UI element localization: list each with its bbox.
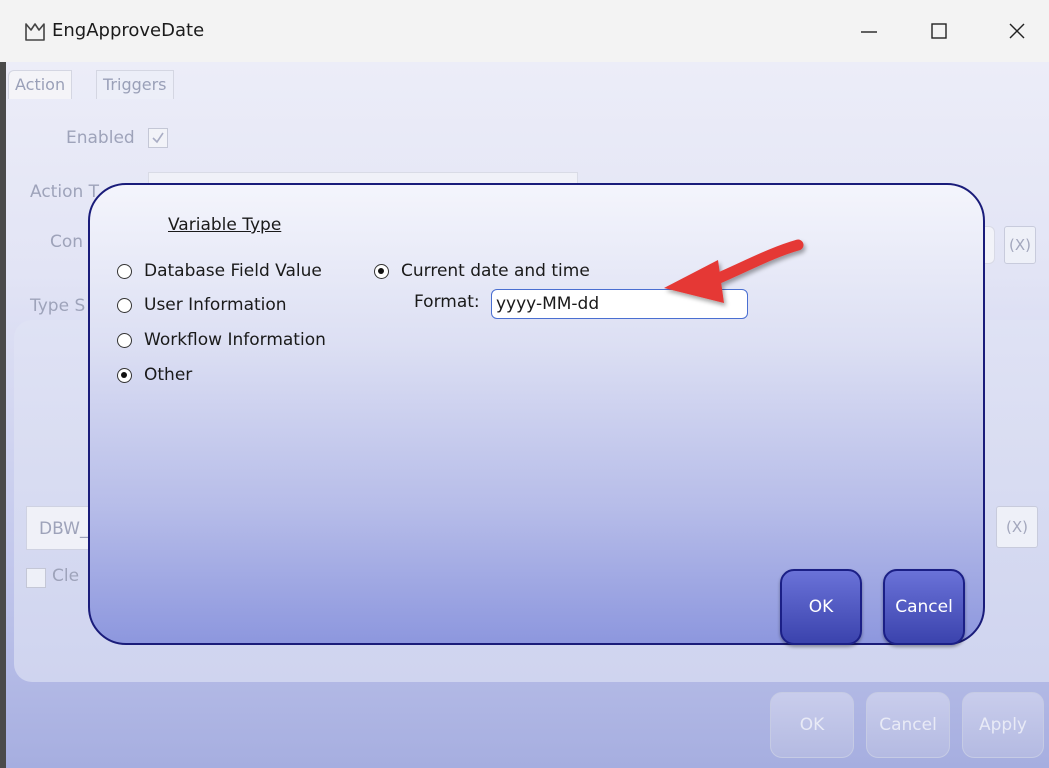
- enabled-label: Enabled: [66, 128, 135, 148]
- variable-type-dialog: Variable Type Database Field Value User …: [88, 183, 985, 645]
- type-label: Type S: [30, 296, 86, 316]
- radio-label: Workflow Information: [144, 330, 326, 350]
- radio-workflow-information[interactable]: Workflow Information: [117, 328, 326, 352]
- close-icon[interactable]: [1006, 20, 1028, 42]
- apply-button[interactable]: Apply: [962, 692, 1044, 758]
- radio-user-information[interactable]: User Information: [117, 293, 287, 317]
- tab-action[interactable]: Action: [8, 70, 73, 99]
- radio-label: Other: [144, 365, 193, 385]
- tab-triggers[interactable]: Triggers: [96, 70, 174, 99]
- radio-database-field-value[interactable]: Database Field Value: [117, 259, 322, 283]
- radio-label: Database Field Value: [144, 261, 322, 281]
- title-bar: EngApproveDate: [0, 0, 1049, 63]
- radio-label: Current date and time: [401, 261, 590, 281]
- app-icon: [25, 23, 45, 41]
- dialog-cancel-button[interactable]: Cancel: [883, 569, 965, 645]
- clear-checkbox[interactable]: [26, 568, 46, 588]
- radio-button[interactable]: [117, 332, 132, 348]
- enabled-checkbox[interactable]: [148, 128, 168, 148]
- radio-button[interactable]: [117, 297, 132, 313]
- format-label: Format:: [414, 292, 480, 312]
- ok-button[interactable]: OK: [770, 692, 854, 758]
- maximize-icon[interactable]: [928, 20, 950, 42]
- dbw-field[interactable]: DBW_: [26, 506, 96, 550]
- variable-button-top[interactable]: (X): [1004, 226, 1036, 264]
- radio-label: User Information: [144, 295, 287, 315]
- minimize-icon[interactable]: [858, 20, 880, 42]
- variable-button-bottom[interactable]: (X): [996, 506, 1038, 548]
- checkmark-icon: [152, 132, 164, 144]
- radio-button-selected[interactable]: [117, 367, 132, 383]
- clear-label: Cle: [52, 566, 80, 586]
- condition-label: Con: [50, 232, 84, 252]
- radio-current-date-and-time[interactable]: Current date and time: [374, 259, 590, 283]
- radio-button[interactable]: [117, 263, 132, 279]
- radio-button-selected[interactable]: [374, 263, 389, 279]
- window-title: EngApproveDate: [52, 20, 205, 41]
- action-type-label: Action T: [30, 182, 100, 202]
- dialog-ok-button[interactable]: OK: [780, 569, 862, 645]
- annotation-arrow-icon: [664, 239, 804, 303]
- radio-other[interactable]: Other: [117, 363, 192, 387]
- cancel-button[interactable]: Cancel: [866, 692, 950, 758]
- dialog-title: Variable Type: [168, 215, 282, 235]
- window-left-border: [0, 62, 6, 768]
